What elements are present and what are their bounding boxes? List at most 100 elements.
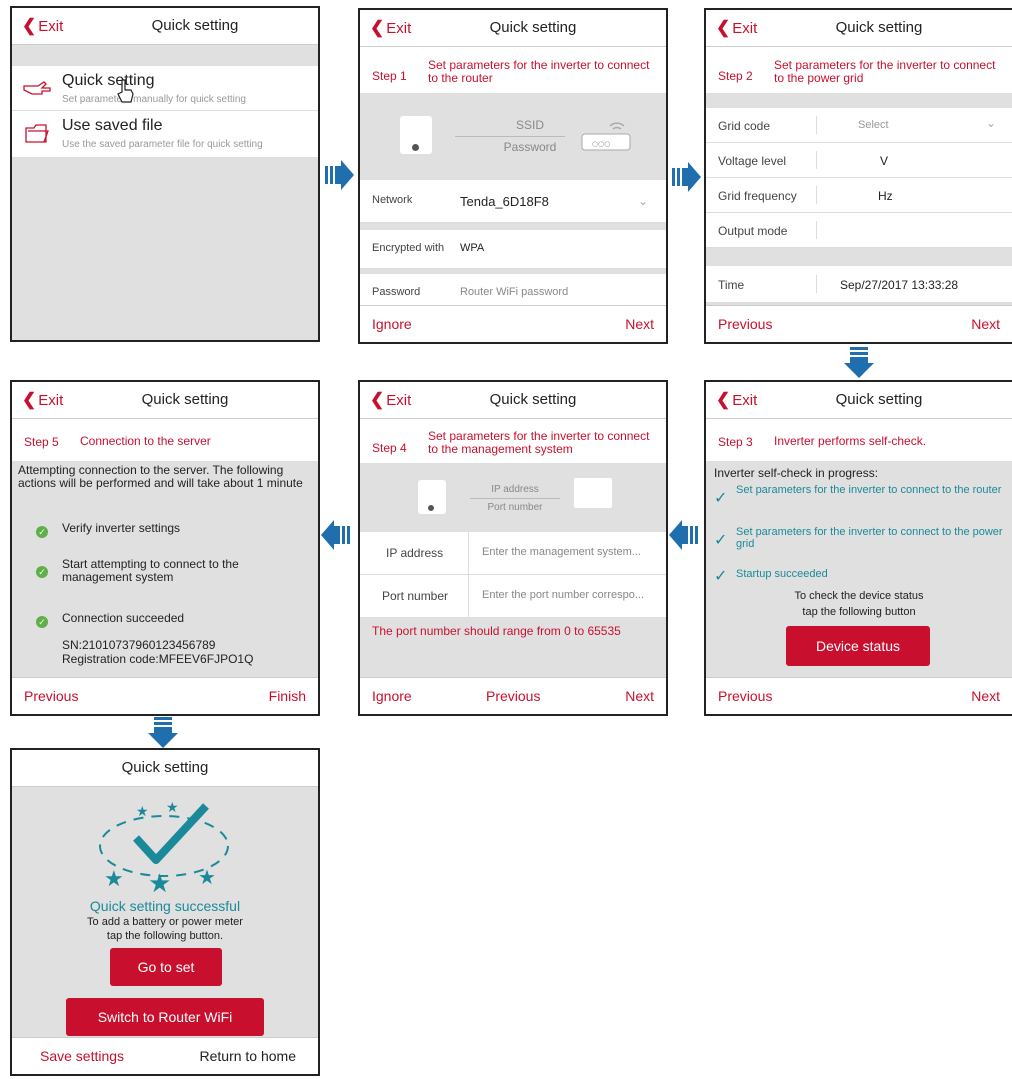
menu-item-label: Use saved file xyxy=(62,117,163,134)
grid-code-label: Grid code xyxy=(718,119,771,133)
diagram-ssid: SSID xyxy=(515,118,544,132)
port-number-input[interactable]: Port number Enter the port number corres… xyxy=(360,575,666,618)
password-placeholder: Router WiFi password xyxy=(460,286,569,298)
ignore-button[interactable]: Ignore xyxy=(372,316,412,332)
page-title: Quick setting xyxy=(835,19,923,36)
grid-code-value: Select xyxy=(858,119,889,131)
chevron-left-icon: ❮ xyxy=(370,18,385,37)
arrow-right-icon xyxy=(672,162,701,192)
panel-step3-selfcheck: ❮ Exit Quick setting Step 3 Inverter perf… xyxy=(704,380,1012,716)
step-description: Connection to the server xyxy=(80,434,211,448)
next-button[interactable]: Next xyxy=(971,688,1000,704)
network-select[interactable]: Network Tenda_6D18F8 ⌄ xyxy=(360,180,666,223)
diagram-password: Password xyxy=(503,140,557,154)
footer: Ignore Next xyxy=(360,305,666,342)
page-title: Quick setting xyxy=(151,17,239,34)
page-title: Quick setting xyxy=(141,391,229,408)
grid-frequency-field[interactable]: Grid frequency Hz xyxy=(706,178,1012,213)
next-button[interactable]: Next xyxy=(625,316,654,332)
voltage-level-field[interactable]: Voltage level V xyxy=(706,143,1012,178)
panel-success: Quick setting ★ ★ ★ ★ ★ Quick setting su… xyxy=(10,748,320,1076)
encryption-field: Encrypted with WPA xyxy=(360,230,666,269)
previous-button[interactable]: Previous xyxy=(718,688,772,704)
success-message: Quick setting successful xyxy=(89,898,241,914)
self-check-progress: Inverter self-check in progress: xyxy=(714,466,879,480)
next-button[interactable]: Next xyxy=(625,688,654,704)
arrow-down-icon xyxy=(148,717,178,748)
step-description: Set parameters for the inverter to conne… xyxy=(774,58,996,85)
monitor-icon xyxy=(574,478,612,508)
device-status-button[interactable]: Device status xyxy=(786,626,930,666)
grid-code-select[interactable]: Grid code Select ⌄ xyxy=(706,108,1012,143)
menu-item-sub: Use the saved parameter file for quick s… xyxy=(62,139,263,150)
header: ❮ Exit Quick setting xyxy=(12,382,318,419)
password-label: Password xyxy=(372,286,421,298)
output-mode-field[interactable]: Output mode xyxy=(706,213,1012,248)
header: Quick setting xyxy=(12,750,318,787)
go-to-set-button[interactable]: Go to set xyxy=(110,948,222,986)
network-label: Network xyxy=(372,194,413,206)
panel-step2-grid: ❮ Exit Quick setting Step 2 Set parameter… xyxy=(704,8,1012,344)
arrow-left-icon xyxy=(321,520,350,550)
success-icon: ✓ xyxy=(36,616,48,628)
success-check-stars-icon: ★ ★ ★ ★ ★ xyxy=(99,800,229,894)
check-text: Set parameters for the inverter to conne… xyxy=(736,484,1002,496)
header: ❮ Exit Quick setting xyxy=(360,10,666,47)
folder-icon xyxy=(25,124,49,143)
previous-button[interactable]: Previous xyxy=(24,688,78,704)
header: ❮ Exit Quick setting xyxy=(360,382,666,419)
output-mode-label: Output mode xyxy=(718,224,788,238)
previous-button[interactable]: Previous xyxy=(718,316,772,332)
serial-number: SN:21010737960123456789 xyxy=(62,638,216,652)
enc-value: WPA xyxy=(460,242,485,254)
check-icon: ✓ xyxy=(714,490,728,507)
previous-button[interactable]: Previous xyxy=(486,688,540,704)
page-title: Quick setting xyxy=(489,391,577,408)
ignore-button[interactable]: Ignore xyxy=(372,688,412,704)
step-banner: Step 5 Connection to the server xyxy=(12,419,318,461)
port-warning: The port number should range from 0 to 6… xyxy=(372,624,621,638)
chevron-down-icon: ⌄ xyxy=(985,116,996,130)
hint-text: tap the following button xyxy=(802,606,916,618)
registration-code: Registration code:MFEEV6FJPO1Q xyxy=(62,652,254,666)
svg-text:★: ★ xyxy=(104,867,124,892)
intro-text: Attempting connection to the server. The… xyxy=(18,463,303,490)
switch-router-wifi-button[interactable]: Switch to Router WiFi xyxy=(66,998,264,1036)
exit-button[interactable]: ❮ Exit xyxy=(22,16,63,36)
step-description: Set parameters for the inverter to conne… xyxy=(428,58,650,85)
step-label: Step 2 xyxy=(718,69,753,83)
step-label: Step 4 xyxy=(372,441,407,455)
finish-button[interactable]: Finish xyxy=(269,688,306,704)
diagram-ip: IP address xyxy=(491,484,539,495)
check-text: Set parameters for the inverter to conne… xyxy=(736,526,1003,550)
menu-item-label: Quick setting xyxy=(62,72,155,89)
menu-item-use-saved-file[interactable]: Use saved file Use the saved parameter f… xyxy=(12,111,318,158)
footer: Previous Finish xyxy=(12,677,318,714)
success-icon: ✓ xyxy=(36,566,48,578)
return-home-button[interactable]: Return to home xyxy=(200,1048,297,1064)
chevron-left-icon: ❮ xyxy=(716,18,731,37)
save-settings-button[interactable]: Save settings xyxy=(40,1048,124,1064)
diagram-line xyxy=(455,136,565,137)
diagram-port: Port number xyxy=(487,502,543,513)
check-icon: ✓ xyxy=(714,532,728,549)
frequency-label: Grid frequency xyxy=(718,189,797,203)
next-button[interactable]: Next xyxy=(971,316,1000,332)
menu-item-sub: Set parameters manually for quick settin… xyxy=(62,94,246,105)
hint-text: To add a battery or power meter xyxy=(87,916,243,928)
menu-item-quick-setting[interactable]: Quick setting Set parameters manually fo… xyxy=(12,66,318,111)
svg-text:★: ★ xyxy=(198,865,216,889)
enc-label: Encrypted with xyxy=(372,242,445,254)
svg-text:○○○: ○○○ xyxy=(592,140,610,148)
svg-text:★: ★ xyxy=(136,804,149,820)
chevron-left-icon: ❮ xyxy=(716,390,731,409)
arrow-down-icon xyxy=(844,347,874,378)
time-field[interactable]: Time Sep/27/2017 13:33:28 xyxy=(706,266,1012,303)
action-item: ✓ Verify inverter settings xyxy=(36,521,180,540)
ip-address-input[interactable]: IP address Enter the management system..… xyxy=(360,532,666,575)
panel-start-menu: ❮ Exit Quick setting Quick setting Set pa… xyxy=(10,6,320,342)
page-title: Quick setting xyxy=(121,759,209,776)
header: ❮ Exit Quick setting xyxy=(12,8,318,45)
arrow-left-icon xyxy=(669,520,698,550)
action-item: ✓ Connection succeeded xyxy=(36,611,184,630)
